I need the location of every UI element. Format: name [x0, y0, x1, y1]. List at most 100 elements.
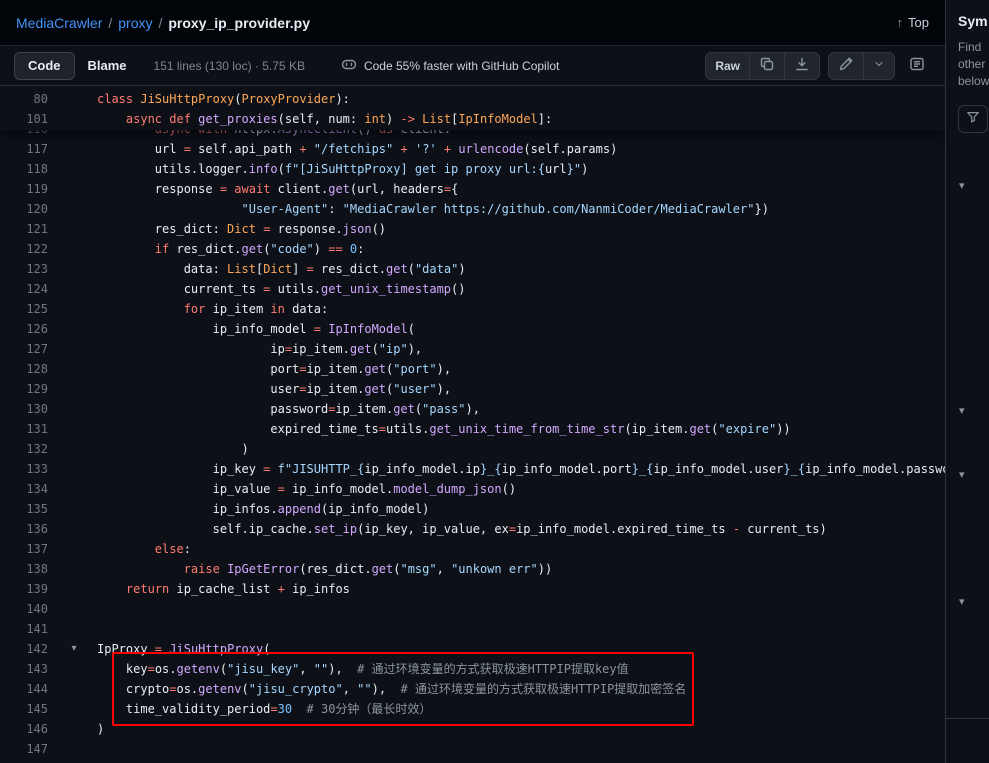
code-line-text: port=ip_item.get("port"),: [62, 359, 945, 379]
code-line: 141: [0, 619, 945, 639]
download-button[interactable]: [784, 53, 819, 79]
code-line: 145 time_validity_period=30 # 30分钟（最长时效）: [0, 699, 945, 719]
line-number[interactable]: 122: [0, 239, 62, 259]
code-viewer[interactable]: 116 async with httpx.AsyncClient() as cl…: [0, 86, 945, 763]
edit-actions-group: [828, 52, 895, 80]
line-number[interactable]: 147: [0, 739, 62, 759]
chevron-down-icon[interactable]: ▾: [959, 404, 965, 417]
line-number[interactable]: 137: [0, 539, 62, 559]
copy-button[interactable]: [749, 53, 784, 79]
code-line-text: if res_dict.get("code") == 0:: [62, 239, 945, 259]
line-number[interactable]: 146: [0, 719, 62, 739]
line-number[interactable]: 120: [0, 199, 62, 219]
line-number[interactable]: 132: [0, 439, 62, 459]
code-line: 127 ip=ip_item.get("ip"),: [0, 339, 945, 359]
scroll-to-top-button[interactable]: ↑ Top: [897, 15, 929, 30]
line-number[interactable]: 126: [0, 319, 62, 339]
symbols-filter-button[interactable]: [958, 105, 988, 133]
chevron-down-icon: [873, 58, 885, 73]
code-line-text: url = self.api_path + "/fetchips" + '?' …: [62, 139, 945, 159]
line-number[interactable]: 125: [0, 299, 62, 319]
line-number[interactable]: 129: [0, 379, 62, 399]
code-line: 123 data: List[Dict] = res_dict.get("dat…: [0, 259, 945, 279]
code-line: 125 for ip_item in data:: [0, 299, 945, 319]
symbols-panel: Sym Find other below ▾ ▾ ▾ ▾: [945, 0, 989, 763]
code-line: 143 key=os.getenv("jisu_key", ""), # 通过环…: [0, 659, 945, 679]
line-number[interactable]: 123: [0, 259, 62, 279]
line-number[interactable]: 135: [0, 499, 62, 519]
code-line: 117 url = self.api_path + "/fetchips" + …: [0, 139, 945, 159]
line-number[interactable]: 124: [0, 279, 62, 299]
code-line: 120 "User-Agent": "MediaCrawler https://…: [0, 199, 945, 219]
edit-dropdown-button[interactable]: [863, 53, 894, 79]
code-line: 119 response = await client.get(url, hea…: [0, 179, 945, 199]
symbols-desc-line: other: [958, 56, 989, 73]
code-line: 146): [0, 719, 945, 739]
code-line-text: async def get_proxies(self, num: int) ->…: [62, 109, 945, 129]
code-line-text: response = await client.get(url, headers…: [62, 179, 945, 199]
chevron-down-icon[interactable]: ▾: [959, 468, 965, 481]
tab-blame[interactable]: Blame: [75, 52, 140, 80]
line-number[interactable]: 131: [0, 419, 62, 439]
breadcrumb-repo-link[interactable]: MediaCrawler: [16, 15, 102, 31]
code-line-text: ip=ip_item.get("ip"),: [62, 339, 945, 359]
tab-code[interactable]: Code: [14, 52, 75, 80]
line-number[interactable]: 145: [0, 699, 62, 719]
code-line: 121 res_dict: Dict = response.json(): [0, 219, 945, 239]
line-number[interactable]: 144: [0, 679, 62, 699]
arrow-up-icon: ↑: [897, 15, 904, 30]
breadcrumb-folder-link[interactable]: proxy: [118, 15, 152, 31]
code-line-text: expired_time_ts=utils.get_unix_time_from…: [62, 419, 945, 439]
code-line: 128 port=ip_item.get("port"),: [0, 359, 945, 379]
copilot-banner[interactable]: Code 55% faster with GitHub Copilot: [341, 56, 559, 75]
line-number[interactable]: 117: [0, 139, 62, 159]
code-blame-switch: Code Blame: [14, 52, 140, 80]
line-number[interactable]: 130: [0, 399, 62, 419]
line-number[interactable]: 138: [0, 559, 62, 579]
symbols-panel-toggle[interactable]: [903, 52, 931, 80]
code-line-text: self.ip_cache.set_ip(ip_key, ip_value, e…: [62, 519, 945, 539]
line-number[interactable]: 127: [0, 339, 62, 359]
copilot-banner-text: Code 55% faster with GitHub Copilot: [364, 59, 559, 73]
line-number[interactable]: 139: [0, 579, 62, 599]
line-number[interactable]: 142: [0, 639, 62, 659]
line-number[interactable]: 119: [0, 179, 62, 199]
edit-button[interactable]: [829, 53, 863, 79]
line-number[interactable]: 133: [0, 459, 62, 479]
line-number[interactable]: 121: [0, 219, 62, 239]
download-icon: [794, 56, 810, 75]
line-number[interactable]: 118: [0, 159, 62, 179]
breadcrumb-separator: /: [158, 15, 162, 31]
chevron-down-icon[interactable]: ▾: [959, 179, 965, 192]
pencil-icon: [838, 56, 854, 75]
line-number[interactable]: 101: [0, 109, 62, 129]
symbols-panel-title: Sym: [958, 13, 989, 29]
code-line: 139 return ip_cache_list + ip_infos: [0, 579, 945, 599]
chevron-down-icon[interactable]: ▾: [959, 595, 965, 608]
file-view: MediaCrawler / proxy / proxy_ip_provider…: [0, 0, 945, 763]
file-meta-info: 151 lines (130 loc) · 5.75 KB: [154, 59, 305, 73]
code-line-text: ip_key = f"JISUHTTP_{ip_info_model.ip}_{…: [62, 459, 945, 479]
scroll-to-top-label: Top: [908, 15, 929, 30]
line-number[interactable]: 143: [0, 659, 62, 679]
breadcrumb-separator: /: [108, 15, 112, 31]
breadcrumb-bar: MediaCrawler / proxy / proxy_ip_provider…: [0, 0, 945, 46]
code-line: 129 user=ip_item.get("user"),: [0, 379, 945, 399]
line-number[interactable]: 140: [0, 599, 62, 619]
line-number[interactable]: 128: [0, 359, 62, 379]
fold-chevron-icon[interactable]: ▾: [66, 639, 82, 659]
code-line-text: ip_info_model = IpInfoModel(: [62, 319, 945, 339]
raw-button[interactable]: Raw: [706, 53, 749, 79]
code-line: 130 password=ip_item.get("pass"),: [0, 399, 945, 419]
symbols-desc-line: Find: [958, 39, 989, 56]
code-line-text: key=os.getenv("jisu_key", ""), # 通过环境变量的…: [62, 659, 945, 679]
line-number[interactable]: 80: [0, 89, 62, 109]
code-line-text: ): [62, 719, 945, 739]
code-line: 137 else:: [0, 539, 945, 559]
line-number[interactable]: 134: [0, 479, 62, 499]
line-number[interactable]: 136: [0, 519, 62, 539]
code-line: 124 current_ts = utils.get_unix_timestam…: [0, 279, 945, 299]
line-number[interactable]: 141: [0, 619, 62, 639]
code-line-text: IpProxy = JiSuHttpProxy(: [62, 639, 945, 659]
code-line-text: class JiSuHttpProxy(ProxyProvider):: [62, 89, 945, 109]
